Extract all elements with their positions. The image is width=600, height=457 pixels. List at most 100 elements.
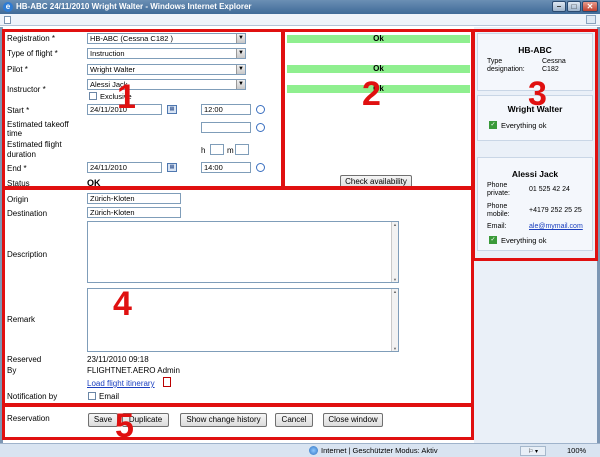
remark-textarea[interactable] xyxy=(87,288,399,352)
duration-hours-input[interactable] xyxy=(210,144,224,155)
status-label: Status xyxy=(7,179,30,188)
by-label: By xyxy=(7,366,17,375)
description-label: Description xyxy=(7,250,48,259)
availability-pilot: Ok xyxy=(287,65,470,73)
compatibility-icon[interactable] xyxy=(586,15,596,24)
destination-input[interactable]: Zürich-Kloten xyxy=(87,207,181,218)
phone-private-label: Phone xyxy=(487,182,508,189)
save-button[interactable]: Save xyxy=(88,413,118,427)
close-window-button[interactable]: ✕ xyxy=(582,1,598,12)
registration-label: Registration * xyxy=(7,34,56,43)
email-checkbox[interactable] xyxy=(88,392,96,400)
instructor-card: Alessi Jack Phone private: 01 525 42 24 … xyxy=(477,157,593,251)
instructor-card-title: Alessi Jack xyxy=(511,169,559,179)
end-label: End * xyxy=(7,164,27,173)
clock-icon[interactable] xyxy=(256,163,265,172)
security-zone-text: Internet | Geschützter Modus: Aktiv xyxy=(321,446,438,455)
window-title-bar: e HB-ABC 24/11/2010 Wright Walter - Wind… xyxy=(0,0,600,14)
chevron-down-icon: ▼ xyxy=(236,65,245,74)
clock-icon[interactable] xyxy=(256,123,265,132)
show-change-history-button[interactable]: Show change history xyxy=(180,413,267,427)
window-title: HB-ABC 24/11/2010 Wright Walter - Window… xyxy=(16,2,252,11)
destination-label: Destination xyxy=(7,209,48,218)
type-of-flight-label: Type of flight * xyxy=(7,49,58,58)
start-time-input[interactable]: 12:00 xyxy=(201,104,251,115)
type-designation-label: Type xyxy=(487,58,503,65)
description-textarea[interactable] xyxy=(87,221,399,283)
page-icon xyxy=(4,16,11,24)
end-date-input[interactable]: 24/11/2010 xyxy=(87,162,162,173)
reserved-value: 23/11/2010 09:18 xyxy=(87,355,149,364)
aircraft-title: HB-ABC xyxy=(518,45,552,55)
pilot-label: Pilot * xyxy=(7,65,28,74)
check-availability-button[interactable]: Check availability xyxy=(340,175,412,189)
remark-label: Remark xyxy=(7,315,36,324)
phone-mobile-label-line2: mobile: xyxy=(487,211,510,218)
status-bar: Internet | Geschützter Modus: Aktiv ⚐ ▾ … xyxy=(0,443,600,457)
instructor-select[interactable]: Alessi Jack ▼ xyxy=(87,79,246,90)
check-icon: ✓ xyxy=(489,121,497,129)
annotation-number-1: 1 xyxy=(117,78,136,116)
calendar-icon[interactable]: ▦ xyxy=(167,105,177,114)
email-notification-label: Email xyxy=(99,392,120,401)
pilot-select[interactable]: Wright Walter ▼ xyxy=(87,64,246,75)
scrollbar[interactable] xyxy=(391,222,398,282)
annotation-number-2: 2 xyxy=(362,75,381,113)
notification-label: Notification by xyxy=(7,392,58,401)
zoom-level[interactable]: 100% xyxy=(567,446,586,456)
email-info-label: Email: xyxy=(487,223,507,230)
phone-mobile-label: Phone xyxy=(487,203,508,210)
chevron-down-icon: ▼ xyxy=(236,80,245,89)
globe-icon xyxy=(309,446,318,455)
check-icon: ✓ xyxy=(489,236,497,244)
status-value: OK xyxy=(87,178,101,188)
load-itinerary-link[interactable]: Load flight itinerary xyxy=(87,379,155,388)
protected-mode-icon[interactable]: ⚐ ▾ xyxy=(520,446,546,456)
phone-private-value: 01 525 42 24 xyxy=(529,186,570,193)
availability-registration: Ok xyxy=(287,35,470,43)
takeoff-label-line2: time xyxy=(7,129,23,138)
pilot-value: Wright Walter xyxy=(90,65,136,74)
maximize-button[interactable]: □ xyxy=(567,1,581,12)
minimize-button[interactable]: – xyxy=(552,1,566,12)
instructor-status: Everything ok xyxy=(501,236,547,245)
duration-label: Estimated flight xyxy=(7,140,62,149)
type-designation-label-line2: designation: xyxy=(487,66,525,73)
internet-explorer-icon: e xyxy=(3,2,13,12)
minutes-unit: m xyxy=(227,146,234,155)
clock-icon[interactable] xyxy=(256,105,265,114)
address-bar xyxy=(0,14,600,26)
type-designation-value: Cessna xyxy=(542,58,566,65)
cancel-button[interactable]: Cancel xyxy=(275,413,313,427)
origin-label: Origin xyxy=(7,195,29,204)
type-of-flight-value: Instruction xyxy=(90,49,125,58)
registration-select[interactable]: HB-ABC (Cessna C182 ) ▼ xyxy=(87,33,246,44)
reserved-label: Reserved xyxy=(7,355,42,364)
instructor-label: Instructor * xyxy=(7,85,46,94)
reservation-label: Reservation xyxy=(7,414,50,423)
annotation-number-3: 3 xyxy=(528,75,547,113)
end-time-input[interactable]: 14:00 xyxy=(201,162,251,173)
exclusive-checkbox[interactable] xyxy=(89,92,97,100)
annotation-number-5: 5 xyxy=(115,407,134,445)
pdf-icon[interactable] xyxy=(163,377,171,387)
start-label: Start * xyxy=(7,106,30,115)
duration-minutes-input[interactable] xyxy=(235,144,249,155)
scrollbar[interactable] xyxy=(391,289,398,351)
chevron-down-icon: ▼ xyxy=(236,49,245,58)
hours-unit: h xyxy=(201,146,206,155)
chevron-down-icon: ▼ xyxy=(236,34,245,43)
phone-mobile-value: +4179 252 25 25 xyxy=(529,207,582,214)
instructor-email-link[interactable]: ale@mymail.com xyxy=(529,223,583,230)
by-value: FLIGHTNET.AERO Admin xyxy=(87,366,180,375)
takeoff-time-input[interactable] xyxy=(201,122,251,133)
phone-private-label-line2: private: xyxy=(487,190,510,197)
duration-label-line2: duration xyxy=(7,150,36,159)
takeoff-label: Estimated takeoff xyxy=(7,120,69,129)
calendar-icon[interactable]: ▦ xyxy=(167,163,177,172)
close-window-form-button[interactable]: Close window xyxy=(323,413,383,427)
origin-input[interactable]: Zürich-Kloten xyxy=(87,193,181,204)
type-of-flight-select[interactable]: Instruction ▼ xyxy=(87,48,246,59)
pilot-status: Everything ok xyxy=(501,121,547,130)
registration-value: HB-ABC (Cessna C182 ) xyxy=(90,34,173,43)
